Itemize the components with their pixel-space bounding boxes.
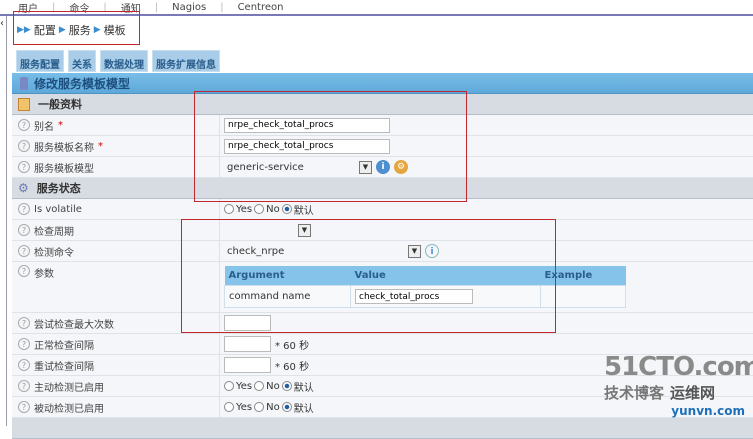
row-check-period: ? 检查周期 ▼	[12, 220, 753, 241]
chevron-down-icon[interactable]: ▼	[298, 223, 311, 237]
chevron-down-icon[interactable]: ▼	[408, 244, 421, 258]
col-argument: Argument	[224, 265, 351, 286]
sidebar-collapse-handle[interactable]: ‹	[0, 16, 7, 426]
help-icon[interactable]: ?	[18, 224, 30, 236]
double-arrow-icon: ▶▶	[17, 25, 31, 35]
form-title: 修改服务模板模型	[12, 73, 753, 94]
active-no-radio[interactable]	[254, 381, 265, 391]
help-icon[interactable]: ?	[18, 265, 30, 277]
row-name: ? 服务模板名称 *	[12, 136, 753, 157]
passive-no-radio[interactable]	[254, 402, 265, 412]
gear-icon: ⚙	[18, 181, 29, 195]
nav-centreon[interactable]: Centreon	[238, 2, 284, 13]
gear-icon[interactable]: ⚙	[394, 160, 408, 174]
info-icon[interactable]: i	[425, 244, 439, 258]
volatile-no-radio[interactable]	[254, 204, 265, 214]
help-icon[interactable]: ?	[18, 245, 30, 257]
template-select[interactable]: generic-service ▼	[224, 159, 372, 175]
row-volatile: ? Is volatile Yes No 默认	[12, 199, 753, 220]
chevron-left-icon: ‹	[0, 18, 4, 29]
tab-relations[interactable]: 关系	[68, 50, 96, 72]
tab-data-processing[interactable]: 数据处理	[100, 50, 148, 72]
help-icon[interactable]: ?	[18, 203, 30, 215]
nav-commands[interactable]: 命令	[69, 0, 89, 15]
help-icon[interactable]: ?	[18, 140, 30, 152]
arrow-icon: ▶	[93, 25, 101, 35]
nav-users[interactable]: 用户	[18, 0, 38, 15]
table-row: command name	[224, 285, 626, 309]
tab-service-config[interactable]: 服务配置	[16, 50, 64, 72]
help-icon[interactable]: ?	[18, 338, 30, 350]
row-check-command: ? 检测命令 check_nrpe ▼ i	[12, 241, 753, 262]
col-example: Example	[540, 265, 626, 286]
breadcrumb-templates[interactable]: 模板	[104, 22, 126, 38]
breadcrumb: ▶▶ 配置 ▶ 服务 ▶ 模板	[17, 22, 126, 38]
template-name-input[interactable]	[224, 138, 390, 154]
active-default-radio[interactable]	[281, 381, 292, 391]
help-icon[interactable]: ?	[18, 380, 30, 392]
row-alias: ? 别名 *	[12, 115, 753, 136]
breadcrumb-config[interactable]: 配置	[34, 22, 56, 38]
tab-bar: 服务配置 关系 数据处理 服务扩展信息	[16, 50, 220, 72]
database-icon	[20, 76, 28, 90]
volatile-yes-radio[interactable]	[224, 204, 234, 214]
top-nav: 用户 | 命令 | 通知 | Nagios | Centreon	[0, 0, 753, 16]
help-icon[interactable]: ?	[18, 317, 30, 329]
arguments-table: Argument Value Example command name	[224, 265, 626, 309]
breadcrumb-services[interactable]: 服务	[69, 22, 91, 38]
normal-interval-input[interactable]	[224, 336, 271, 352]
help-icon[interactable]: ?	[18, 161, 30, 173]
passive-yes-radio[interactable]	[224, 402, 234, 412]
row-max-attempts: ? 尝试检查最大次数	[12, 313, 753, 334]
help-icon[interactable]: ?	[18, 359, 30, 371]
info-gear-icon[interactable]: i	[376, 160, 390, 174]
section-general: 一般资料	[12, 94, 753, 115]
active-yes-radio[interactable]	[224, 381, 234, 391]
document-icon	[18, 97, 30, 111]
retry-interval-input[interactable]	[224, 357, 271, 373]
volatile-default-radio[interactable]	[281, 204, 292, 214]
check-command-select[interactable]: check_nrpe ▼	[224, 243, 421, 259]
row-template: ? 服务模板模型 generic-service ▼ i ⚙	[12, 157, 753, 178]
max-attempts-input[interactable]	[224, 315, 271, 331]
tab-extended-info[interactable]: 服务扩展信息	[152, 50, 220, 72]
chevron-down-icon[interactable]: ▼	[359, 160, 372, 174]
arg-value-input[interactable]	[355, 289, 473, 305]
help-icon[interactable]: ?	[18, 119, 30, 131]
nav-nagios[interactable]: Nagios	[172, 2, 206, 13]
watermark-logo: 51CTO.com 技术博客 运维网 yunvn.com	[604, 352, 753, 418]
passive-default-radio[interactable]	[281, 402, 292, 412]
alias-input[interactable]	[224, 117, 390, 133]
arrow-icon: ▶	[58, 25, 66, 35]
check-period-select[interactable]: ▼	[224, 222, 311, 238]
help-icon[interactable]: ?	[18, 401, 30, 413]
col-value: Value	[350, 265, 541, 286]
nav-notifications[interactable]: 通知	[121, 0, 141, 15]
section-state: ⚙ 服务状态	[12, 178, 753, 199]
row-args: ? 参数 Argument Value Example command name	[12, 262, 753, 313]
